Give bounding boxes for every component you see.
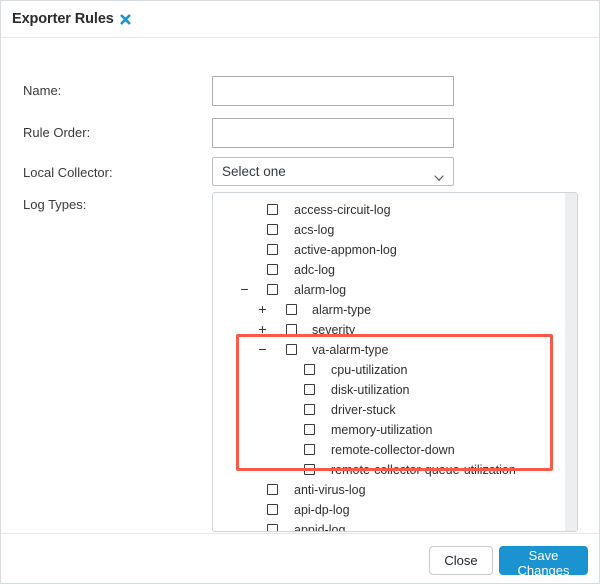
- rule-order-input[interactable]: [212, 118, 454, 148]
- tree-item-label: driver-stuck: [331, 403, 396, 417]
- tree-row[interactable]: − alarm-log: [213, 280, 565, 300]
- toggle-spacer: [239, 524, 250, 531]
- page-title: Exporter Rules: [12, 11, 114, 27]
- tree-item-label: anti-virus-log: [294, 483, 366, 497]
- tree-row[interactable]: anti-virus-log: [213, 480, 565, 500]
- tree-checkbox[interactable]: [304, 404, 315, 415]
- toggle-spacer: [239, 504, 250, 516]
- toggle-spacer: [275, 464, 286, 476]
- tree-item-label: cpu-utilization: [331, 363, 408, 377]
- local-collector-selected-value: Select one: [222, 164, 286, 179]
- expand-icon[interactable]: +: [257, 322, 268, 336]
- tree-item-label: acs-log: [294, 223, 335, 237]
- tree-row[interactable]: driver-stuck: [213, 400, 565, 420]
- tree-row[interactable]: acs-log: [213, 220, 565, 240]
- tree-row[interactable]: disk-utilization: [213, 380, 565, 400]
- toggle-spacer: [275, 444, 286, 456]
- tree-checkbox[interactable]: [267, 504, 278, 515]
- toggle-spacer: [239, 204, 250, 216]
- tree-checkbox[interactable]: [304, 384, 315, 395]
- tree-item-label: va-alarm-type: [312, 343, 389, 357]
- tree-row[interactable]: remote-collector-queue-utilization: [213, 460, 565, 480]
- tree-row[interactable]: remote-collector-down: [213, 440, 565, 460]
- tree-item-label: appid-log: [294, 523, 346, 532]
- tree-item-label: memory-utilization: [331, 423, 433, 437]
- chevron-down-icon: [434, 169, 444, 182]
- tree-row[interactable]: active-appmon-log: [213, 240, 565, 260]
- tree-row[interactable]: cpu-utilization: [213, 360, 565, 380]
- tree-checkbox[interactable]: [286, 324, 297, 335]
- exporter-rules-dialog: Exporter Rules Name: Rule Order: Local C…: [0, 0, 600, 584]
- tree-item-label: api-dp-log: [294, 503, 350, 517]
- tree-checkbox[interactable]: [286, 344, 297, 355]
- close-button[interactable]: Close: [429, 546, 493, 575]
- tree-item-label: access-circuit-log: [294, 203, 391, 217]
- tree-checkbox[interactable]: [267, 244, 278, 255]
- save-changes-button[interactable]: Save Changes: [499, 546, 588, 578]
- log-types-tree-container: access-circuit-log acs-log active-appmon-l…: [212, 192, 578, 532]
- toggle-spacer: [239, 484, 250, 496]
- dialog-footer: Close Save Changes: [1, 533, 599, 583]
- tree-item-label: remote-collector-queue-utilization: [331, 463, 516, 477]
- tree-row[interactable]: api-dp-log: [213, 500, 565, 520]
- name-input[interactable]: [212, 76, 454, 106]
- tree-checkbox[interactable]: [304, 444, 315, 455]
- toggle-spacer: [239, 224, 250, 236]
- toggle-spacer: [275, 364, 286, 376]
- tree-checkbox[interactable]: [304, 364, 315, 375]
- tree-checkbox[interactable]: [267, 204, 278, 215]
- collapse-icon[interactable]: −: [257, 342, 268, 356]
- tree-checkbox[interactable]: [267, 224, 278, 235]
- expand-icon[interactable]: +: [257, 302, 268, 316]
- tree-row[interactable]: + severity: [213, 320, 565, 340]
- toggle-spacer: [275, 384, 286, 396]
- tree-checkbox[interactable]: [267, 284, 278, 295]
- tree-row[interactable]: − va-alarm-type: [213, 340, 565, 360]
- tree-row[interactable]: memory-utilization: [213, 420, 565, 440]
- tree-checkbox[interactable]: [267, 524, 278, 531]
- tree-row[interactable]: adc-log: [213, 260, 565, 280]
- tree-scrollbar-track[interactable]: [565, 193, 577, 531]
- close-icon[interactable]: [118, 12, 133, 27]
- toggle-spacer: [275, 424, 286, 436]
- tree-item-label: severity: [312, 323, 356, 337]
- tree-row[interactable]: + alarm-type: [213, 300, 565, 320]
- dialog-header: Exporter Rules: [1, 1, 599, 38]
- tree-item-label: alarm-type: [312, 303, 372, 317]
- rule-order-label: Rule Order:: [23, 125, 91, 140]
- tree-item-label: remote-collector-down: [331, 443, 455, 457]
- tree-item-label: active-appmon-log: [294, 243, 397, 257]
- toggle-spacer: [239, 264, 250, 276]
- toggle-spacer: [239, 244, 250, 256]
- tree-checkbox[interactable]: [304, 464, 315, 475]
- local-collector-label: Local Collector:: [23, 165, 113, 180]
- log-types-label: Log Types:: [23, 197, 87, 212]
- tree-row[interactable]: appid-log: [213, 520, 565, 532]
- tree-checkbox[interactable]: [267, 264, 278, 275]
- local-collector-select[interactable]: Select one: [212, 157, 454, 186]
- tree-item-label: alarm-log: [294, 283, 347, 297]
- tree-item-label: disk-utilization: [331, 383, 410, 397]
- collapse-icon[interactable]: −: [239, 282, 250, 296]
- tree-checkbox[interactable]: [304, 424, 315, 435]
- tree-row[interactable]: access-circuit-log: [213, 200, 565, 220]
- tree-item-label: adc-log: [294, 263, 335, 277]
- toggle-spacer: [275, 404, 286, 416]
- log-types-tree: access-circuit-log acs-log active-appmon-l…: [213, 193, 565, 532]
- tree-checkbox[interactable]: [267, 484, 278, 495]
- tree-checkbox[interactable]: [286, 304, 297, 315]
- name-label: Name:: [23, 83, 62, 98]
